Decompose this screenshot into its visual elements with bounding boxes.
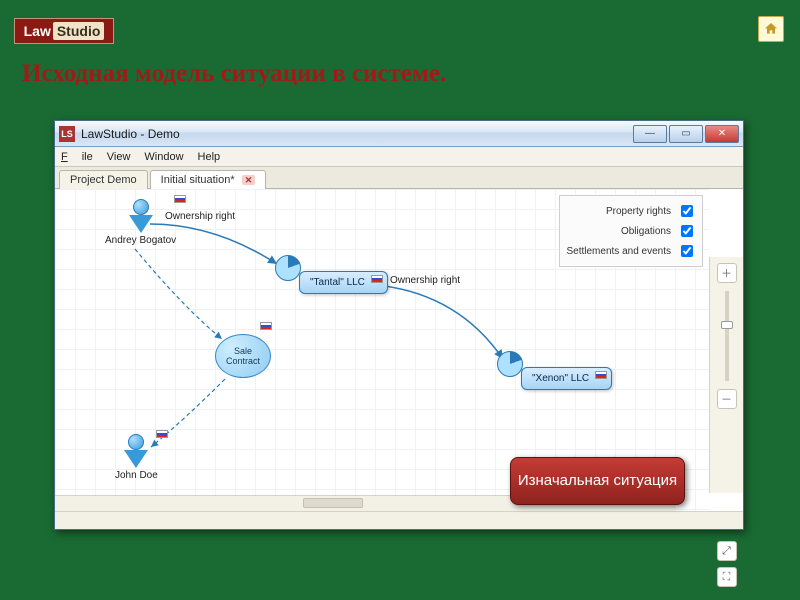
tabstrip: Project Demo Initial situation* ✕ bbox=[55, 167, 743, 189]
flag-icon bbox=[174, 195, 186, 203]
node-sale-contract[interactable]: Sale Contract bbox=[215, 334, 271, 378]
menu-view[interactable]: View bbox=[107, 151, 131, 163]
flag-icon bbox=[371, 275, 383, 283]
pie-icon[interactable] bbox=[275, 255, 301, 281]
logo-left: Law bbox=[24, 23, 51, 39]
node-label: Sale Contract bbox=[216, 346, 270, 366]
logo-right: Studio bbox=[53, 22, 105, 40]
flag-icon bbox=[260, 322, 272, 330]
actor-label: John Doe bbox=[115, 470, 158, 481]
menu-help[interactable]: Help bbox=[198, 151, 221, 163]
entity-xenon[interactable]: "Xenon" LLC bbox=[521, 367, 612, 390]
zoom-thumb[interactable] bbox=[721, 321, 733, 329]
tool-fit-icon[interactable]: ⤢ bbox=[717, 541, 737, 561]
entity-label: "Tantal" LLC bbox=[310, 277, 365, 288]
maximize-button[interactable]: ▭ bbox=[669, 125, 703, 143]
app-window: LS LawStudio - Demo — ▭ ✕ File View Wind… bbox=[54, 120, 744, 530]
tool-fullscreen-icon[interactable]: ⛶ bbox=[717, 567, 737, 587]
menu-window[interactable]: Window bbox=[144, 151, 183, 163]
edge-label-ownership-2: Ownership right bbox=[390, 275, 460, 286]
menu-file[interactable]: File bbox=[61, 151, 93, 163]
legend-label: Obligations bbox=[621, 226, 671, 237]
edge-label-ownership-1: Ownership right bbox=[165, 211, 235, 222]
statusbar bbox=[55, 511, 743, 529]
scroll-thumb[interactable] bbox=[303, 498, 363, 508]
legend-check-settlements[interactable] bbox=[681, 245, 693, 257]
side-toolbar: ＋ － ⤢ ⛶ bbox=[709, 257, 743, 493]
actor-label: Andrey Bogatov bbox=[105, 235, 176, 246]
legend-panel: Property rights Obligations Settlements … bbox=[559, 195, 703, 267]
legend-check-obligations[interactable] bbox=[681, 225, 693, 237]
tab-initial-situation[interactable]: Initial situation* ✕ bbox=[150, 170, 267, 189]
legend-label: Settlements and events bbox=[566, 246, 671, 257]
home-icon[interactable] bbox=[758, 16, 784, 42]
close-button[interactable]: ✕ bbox=[705, 125, 739, 143]
flag-icon bbox=[595, 371, 607, 379]
lawstudio-logo: Law Studio bbox=[14, 18, 114, 44]
tab-project-demo[interactable]: Project Demo bbox=[59, 170, 148, 189]
menubar: File View Window Help bbox=[55, 147, 743, 167]
app-icon: LS bbox=[59, 126, 75, 142]
entity-label: "Xenon" LLC bbox=[532, 373, 589, 384]
tool-zoom-out-icon[interactable]: － bbox=[717, 389, 737, 409]
actor-john[interactable]: John Doe bbox=[115, 434, 158, 481]
legend-label: Property rights bbox=[606, 206, 671, 217]
flag-icon bbox=[156, 430, 168, 438]
entity-tantal[interactable]: "Tantal" LLC bbox=[299, 271, 388, 294]
slide-title: Исходная модель ситуации в системе. bbox=[22, 60, 778, 88]
tool-zoom-in-icon[interactable]: ＋ bbox=[717, 263, 737, 283]
pie-icon[interactable] bbox=[497, 351, 523, 377]
zoom-slider[interactable] bbox=[725, 291, 729, 381]
titlebar[interactable]: LS LawStudio - Demo — ▭ ✕ bbox=[55, 121, 743, 147]
callout-text: Изначальная ситуация bbox=[518, 472, 677, 490]
callout-initial-situation[interactable]: Изначальная ситуация bbox=[510, 457, 685, 505]
tab-label: Project Demo bbox=[70, 174, 137, 186]
minimize-button[interactable]: — bbox=[633, 125, 667, 143]
legend-check-property-rights[interactable] bbox=[681, 205, 693, 217]
actor-andrey[interactable]: Andrey Bogatov bbox=[105, 199, 176, 246]
window-title: LawStudio - Demo bbox=[81, 127, 631, 141]
tab-close-icon[interactable]: ✕ bbox=[242, 175, 256, 185]
tab-label: Initial situation* bbox=[161, 174, 235, 186]
